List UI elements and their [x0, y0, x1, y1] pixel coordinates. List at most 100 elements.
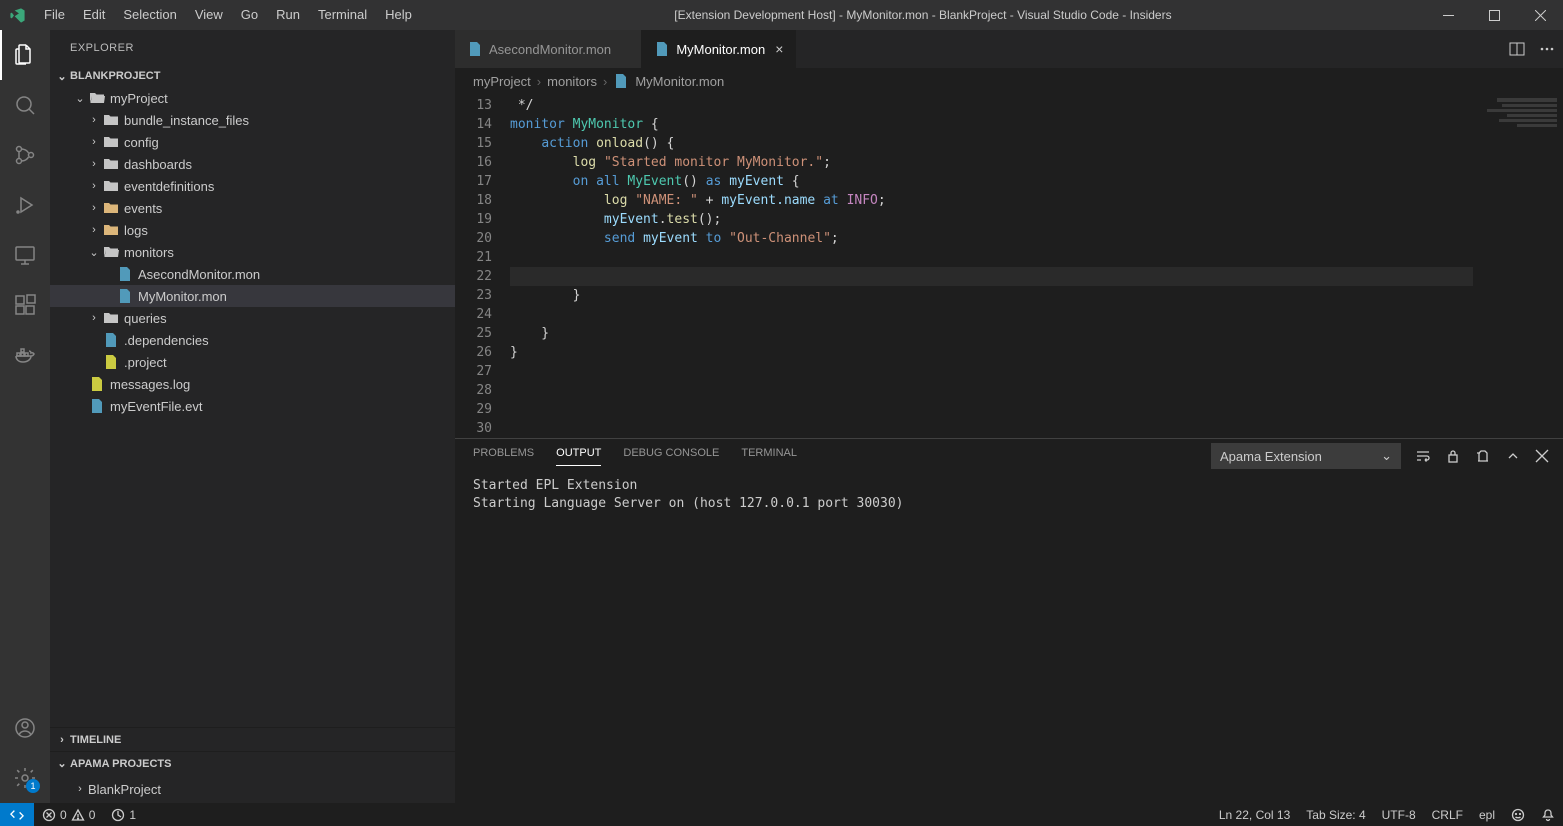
close-panel-icon[interactable] [1535, 449, 1549, 463]
menu-terminal[interactable]: Terminal [309, 0, 376, 30]
tree-item[interactable]: ›eventdefinitions [50, 175, 455, 197]
clear-output-icon[interactable] [1475, 448, 1491, 464]
file-icon [102, 332, 120, 348]
panel-tabs: PROBLEMS OUTPUT DEBUG CONSOLE TERMINAL Apam… [455, 439, 1563, 473]
menu-edit[interactable]: Edit [74, 0, 114, 30]
tree-item-label: config [124, 135, 159, 150]
tree-item[interactable]: MyMonitor.mon [50, 285, 455, 307]
tree-item-label: dashboards [124, 157, 192, 172]
timeline-section-header[interactable]: TIMELINE [50, 727, 455, 751]
tree-item-label: events [124, 201, 162, 216]
chevron-right-icon: › [86, 136, 102, 148]
close-icon[interactable]: × [775, 41, 783, 57]
feedback-icon[interactable] [1503, 808, 1533, 822]
apama-label: APAMA PROJECTS [70, 758, 171, 770]
minimap[interactable] [1473, 94, 1563, 438]
panel-tab-debug-console[interactable]: DEBUG CONSOLE [623, 447, 719, 465]
problems-status[interactable]: 0 0 [34, 808, 103, 822]
extensions-activity[interactable] [0, 280, 50, 330]
tab-size[interactable]: Tab Size: 4 [1298, 808, 1373, 822]
eol[interactable]: CRLF [1424, 808, 1471, 822]
tree-item[interactable]: ›bundle_instance_files [50, 109, 455, 131]
maximize-button[interactable] [1471, 0, 1517, 30]
folder-icon [102, 112, 120, 128]
code-editor[interactable]: 131415161718192021222324252627282930 */m… [455, 94, 1563, 438]
tree-item[interactable]: ⌄myProject [50, 87, 455, 109]
encoding[interactable]: UTF-8 [1374, 808, 1424, 822]
settings-activity[interactable]: 1 [0, 753, 50, 803]
menu-file[interactable]: File [35, 0, 74, 30]
tree-item[interactable]: ›logs [50, 219, 455, 241]
tree-item[interactable]: AsecondMonitor.mon [50, 263, 455, 285]
ports-status[interactable]: 1 [103, 808, 144, 822]
tree-item-label: monitors [124, 245, 174, 260]
docker-activity[interactable] [0, 330, 50, 380]
chevron-down-icon: ⌄ [1381, 448, 1392, 464]
apama-project-item[interactable]: BlankProject [50, 778, 455, 800]
tree-item[interactable]: › config [50, 131, 455, 153]
timeline-label: TIMELINE [70, 734, 121, 746]
bottom-panel: PROBLEMS OUTPUT DEBUG CONSOLE TERMINAL Apam… [455, 438, 1563, 803]
menu-help[interactable]: Help [376, 0, 421, 30]
tree-item[interactable]: › queries [50, 307, 455, 329]
expand-panel-icon[interactable] [1505, 448, 1521, 464]
tree-item[interactable]: ›dashboards [50, 153, 455, 175]
menu-selection[interactable]: Selection [114, 0, 185, 30]
chevron-right-icon [54, 734, 70, 746]
folder-icon [102, 134, 120, 150]
tree-item[interactable]: .project [50, 351, 455, 373]
chevron-right-icon: › [86, 312, 102, 324]
output-content[interactable]: Started EPL Extension Starting Language … [455, 473, 1563, 803]
source-control-activity[interactable] [0, 130, 50, 180]
minimize-button[interactable] [1425, 0, 1471, 30]
close-button[interactable] [1517, 0, 1563, 30]
tree-item[interactable]: .dependencies [50, 329, 455, 351]
breadcrumb-item[interactable]: MyMonitor.mon [635, 74, 724, 89]
file-icon [116, 266, 134, 282]
run-debug-activity[interactable] [0, 180, 50, 230]
tree-item-label: .dependencies [124, 333, 209, 348]
cursor-position[interactable]: Ln 22, Col 13 [1211, 808, 1298, 822]
panel-tab-terminal[interactable]: TERMINAL [741, 447, 797, 465]
word-wrap-icon[interactable] [1415, 448, 1431, 464]
search-activity[interactable] [0, 80, 50, 130]
remote-explorer-activity[interactable] [0, 230, 50, 280]
split-editor-icon[interactable] [1509, 41, 1525, 57]
panel-tab-output[interactable]: OUTPUT [556, 447, 601, 466]
tree-item[interactable]: ›events [50, 197, 455, 219]
title-bar: FileEditSelectionViewGoRunTerminalHelp [… [0, 0, 1563, 30]
accounts-activity[interactable] [0, 703, 50, 753]
editor-tab[interactable]: MyMonitor.mon× [642, 30, 796, 68]
menu-bar: FileEditSelectionViewGoRunTerminalHelp [35, 0, 421, 30]
more-actions-icon[interactable] [1539, 41, 1555, 57]
vscode-logo-icon [0, 0, 35, 30]
tree-item[interactable]: messages.log [50, 373, 455, 395]
explorer-activity[interactable] [0, 30, 50, 80]
lock-scroll-icon[interactable] [1445, 448, 1461, 464]
menu-view[interactable]: View [186, 0, 232, 30]
tab-label: AsecondMonitor.mon [489, 42, 611, 57]
output-channel-select[interactable]: Apama Extension ⌄ [1211, 443, 1401, 469]
menu-run[interactable]: Run [267, 0, 309, 30]
panel-tab-problems[interactable]: PROBLEMS [473, 447, 534, 465]
tree-item-label: logs [124, 223, 148, 238]
tree-item[interactable]: ⌄monitors [50, 241, 455, 263]
tree-item-label: queries [124, 311, 167, 326]
file-icon [467, 41, 483, 57]
menu-go[interactable]: Go [232, 0, 267, 30]
editor-tab[interactable]: AsecondMonitor.mon× [455, 30, 642, 68]
output-channel-label: Apama Extension [1220, 449, 1322, 464]
apama-section-header[interactable]: APAMA PROJECTS [50, 751, 455, 775]
project-section-header[interactable]: BLANKPROJECT [50, 65, 455, 87]
breadcrumb-item[interactable]: myProject [473, 74, 531, 89]
folder-icon [102, 222, 120, 238]
breadcrumb[interactable]: myProject›monitors›MyMonitor.mon [455, 68, 1563, 94]
notifications-icon[interactable] [1533, 808, 1563, 822]
activity-bar: 1 [0, 30, 50, 803]
tree-item[interactable]: myEventFile.evt [50, 395, 455, 417]
chevron-right-icon: › [86, 114, 102, 126]
code-content[interactable]: */monitor MyMonitor { action onload() { … [510, 94, 1473, 438]
language-mode[interactable]: epl [1471, 808, 1503, 822]
remote-indicator[interactable] [0, 803, 34, 826]
breadcrumb-item[interactable]: monitors [547, 74, 597, 89]
